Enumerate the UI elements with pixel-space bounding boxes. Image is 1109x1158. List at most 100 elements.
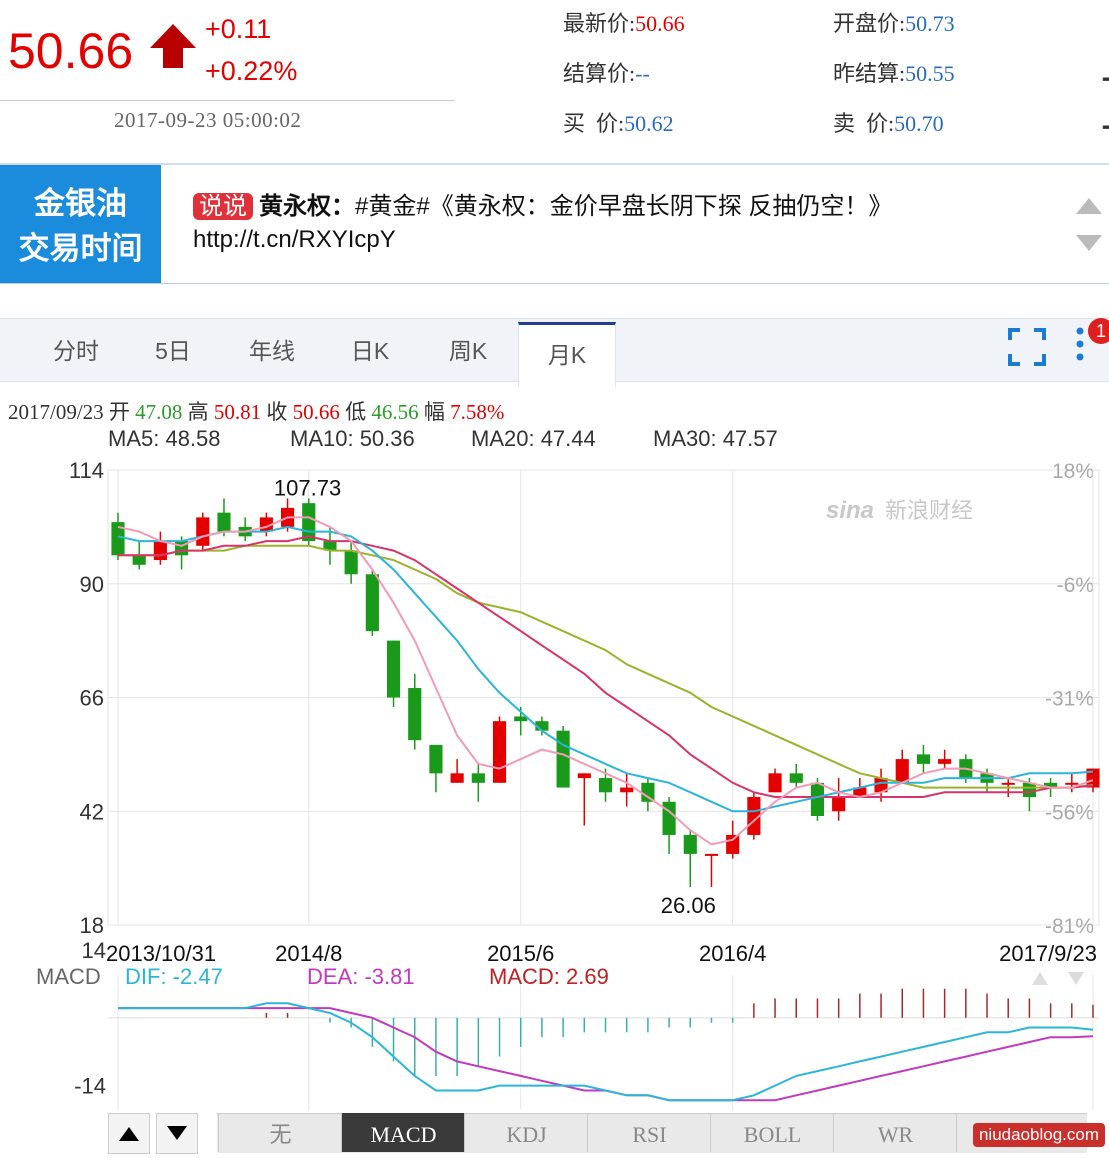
y-tick-label: 90 xyxy=(80,572,104,597)
low-value: 46.56 xyxy=(371,400,419,424)
x-tick-label: 2014/8 xyxy=(275,941,342,966)
right-tick-label: -6% xyxy=(1057,574,1094,597)
macd-tick-label: -14 xyxy=(74,1074,106,1099)
triangle-down-icon xyxy=(167,1126,187,1140)
ma20-line xyxy=(118,535,1094,798)
scroll-down-icon xyxy=(1076,235,1102,251)
candle-body xyxy=(598,778,613,793)
indicator-tab-4[interactable]: BOLL xyxy=(710,1113,834,1152)
quote-panel-overflow: ╸╸ xyxy=(1103,8,1109,139)
tab-1[interactable]: 5日 xyxy=(123,318,223,380)
candle-body xyxy=(938,759,952,764)
more-menu-icon[interactable] xyxy=(1074,326,1086,362)
candle-body xyxy=(577,773,591,779)
y-tick-label: 114 xyxy=(69,458,104,483)
candle-body xyxy=(1065,782,1079,785)
candle-body xyxy=(620,787,634,793)
right-tick-label: 18% xyxy=(1052,460,1094,483)
tab-4[interactable]: 周K xyxy=(418,318,518,380)
trading-hours-badge[interactable]: 金银油 交易时间 xyxy=(0,165,161,283)
banner-border xyxy=(0,163,1109,165)
change-percent: +0.22% xyxy=(205,56,298,86)
quote-item: 昨结算:50.55 xyxy=(833,56,955,88)
candle-body xyxy=(832,797,846,812)
banner-border-bottom xyxy=(0,283,1109,284)
candle-body xyxy=(386,640,401,698)
quote-label: 结算价: xyxy=(563,61,636,86)
candle-body xyxy=(768,773,782,793)
candle-body xyxy=(408,688,422,741)
kline-chart[interactable]: 114 18% 90 -6% 66 -31% 42 -56% 18 -81% 2013/10/31 2… xyxy=(0,455,1109,1115)
close-label: 收 xyxy=(266,400,288,424)
prev-button[interactable] xyxy=(108,1113,150,1154)
header-divider xyxy=(0,100,455,101)
sina-logo: sina xyxy=(826,497,874,524)
news-author: 黄永权： xyxy=(259,193,355,220)
quote-label: 开盘价: xyxy=(833,11,906,36)
macd-scroll-down-icon xyxy=(1068,972,1084,985)
quote-value: 50.55 xyxy=(905,61,955,86)
x-tick-label: 2016/4 xyxy=(699,941,766,966)
candle-body xyxy=(365,574,379,632)
ohlc-info: 2017/09/23 开 47.08 高 50.81 收 50.66 低 46.… xyxy=(8,396,504,426)
macd-scroll-up-icon xyxy=(1032,972,1048,985)
tab-2[interactable]: 年线 xyxy=(220,318,324,380)
extreme-label: 26.06 xyxy=(661,893,716,918)
candle-body xyxy=(429,744,443,774)
news-scroll-arrows[interactable] xyxy=(1074,195,1104,255)
tab-3[interactable]: 日K xyxy=(320,318,420,380)
candle-body xyxy=(450,773,464,783)
candle-body xyxy=(704,853,719,856)
tab-0[interactable]: 分时 xyxy=(20,318,132,380)
timestamp: 2017-09-23 05:00:02 xyxy=(114,108,302,132)
news-ticker[interactable]: 说说 黄永权：#黄金#《黄永权：金价早盘长阴下探 反抽仍空！》 http://t.… xyxy=(193,190,1063,256)
up-arrow-icon xyxy=(150,24,196,68)
right-tick-label: -56% xyxy=(1045,801,1094,824)
quote-item: 最新价:50.66 xyxy=(563,6,685,38)
logo-text: 新浪财经 xyxy=(885,499,973,524)
candle-body xyxy=(1022,782,1036,798)
open-value: 47.08 xyxy=(135,400,183,424)
candle-body xyxy=(810,782,825,816)
ma5-label: MA5: 48.58 xyxy=(108,426,221,451)
ma20-label: MA20: 47.44 xyxy=(471,426,596,451)
tab-5[interactable]: 月K xyxy=(518,322,616,387)
indicator-tab-3[interactable]: RSI xyxy=(587,1113,711,1152)
scroll-up-icon xyxy=(1076,198,1102,214)
candle-body xyxy=(196,517,210,546)
badge-line1: 金银油 xyxy=(34,186,127,221)
quote-value: 50.73 xyxy=(905,11,955,36)
indicator-tab-2[interactable]: KDJ xyxy=(464,1113,588,1152)
candle-body xyxy=(895,759,909,783)
badge-line2: 交易时间 xyxy=(18,231,143,266)
x-tick-label: 2015/6 xyxy=(487,941,554,966)
watermark: niudaoblog.com xyxy=(972,1123,1105,1147)
y-tick-label: 66 xyxy=(80,686,104,711)
quote-item: 结算价:-- xyxy=(563,56,650,88)
candle-body xyxy=(789,773,803,783)
indicator-tab-1[interactable]: MACD xyxy=(341,1113,465,1152)
quote-label: 昨结算: xyxy=(833,61,906,86)
next-button[interactable] xyxy=(156,1113,198,1154)
info-date: 2017/09/23 xyxy=(8,400,104,424)
triangle-up-icon xyxy=(119,1127,139,1141)
quote-value: 50.70 xyxy=(894,111,944,136)
indicator-tab-5[interactable]: WR xyxy=(833,1113,957,1152)
quote-label: 卖 价: xyxy=(833,111,895,136)
macd-value-label: MACD: 2.69 xyxy=(489,964,609,989)
amp-label: 幅 xyxy=(423,400,445,424)
fullscreen-icon[interactable] xyxy=(1008,328,1046,366)
candle-body xyxy=(683,834,697,854)
open-label: 开 xyxy=(108,400,130,424)
ma30-label: MA30: 47.57 xyxy=(653,426,778,451)
right-tick-label: -81% xyxy=(1045,915,1094,938)
candle-body xyxy=(1001,782,1015,785)
quote-value: 50.62 xyxy=(624,111,674,136)
candle-body xyxy=(726,834,740,854)
y-tick-label: 18 xyxy=(80,913,104,938)
indicator-tab-0[interactable]: 无 xyxy=(218,1113,342,1152)
quote-label: 最新价: xyxy=(563,11,636,36)
candle-body xyxy=(217,512,231,532)
close-value: 50.66 xyxy=(292,400,340,424)
candle-body xyxy=(153,541,167,561)
